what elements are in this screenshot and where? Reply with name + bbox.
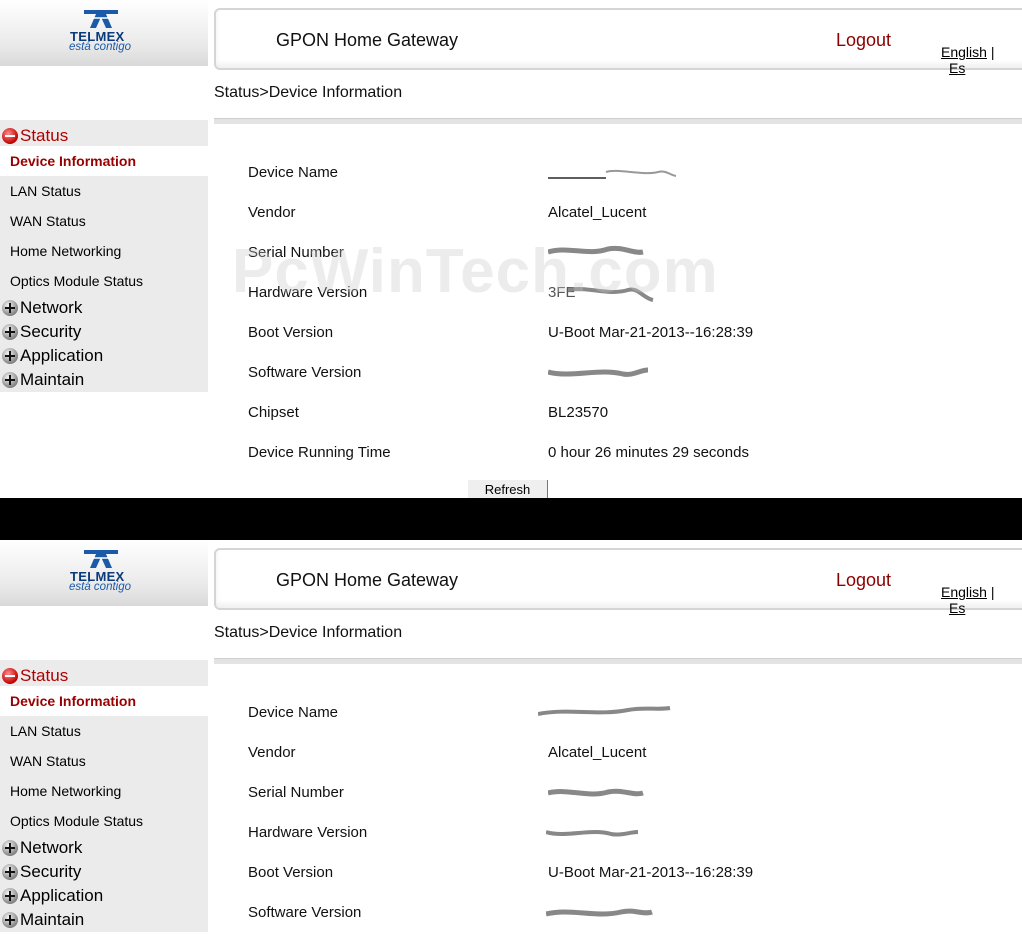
label-chipset: Chipset: [248, 404, 299, 421]
lang-separator: |: [990, 584, 995, 600]
screenshot-bottom: TELMEX está contigo Status Device Inform…: [0, 540, 1022, 935]
page-title: GPON Home Gateway: [276, 570, 459, 590]
sidebar: Status Device Information LAN Status WAN…: [0, 120, 208, 392]
sidebar-application[interactable]: Application: [0, 884, 103, 908]
sidebar-maintain[interactable]: Maintain: [0, 908, 84, 932]
page-title: GPON Home Gateway: [276, 30, 459, 50]
label-hardware-version: Hardware Version: [248, 284, 368, 301]
sidebar-item-lan-status[interactable]: LAN Status: [0, 716, 208, 746]
logo-area: TELMEX está contigo: [0, 0, 208, 66]
sidebar-item-optics-module-status[interactable]: Optics Module Status: [0, 266, 208, 296]
refresh-button[interactable]: Refresh: [468, 480, 548, 498]
redacted-value: [546, 830, 638, 837]
sidebar-item-wan-status[interactable]: WAN Status: [0, 746, 208, 776]
logout-link[interactable]: Logout: [836, 570, 891, 591]
spanish-link[interactable]: Es: [949, 600, 965, 616]
label-device-name: Device Name: [248, 164, 339, 181]
logo-area: TELMEX está contigo: [0, 540, 208, 606]
telmex-logo-icon: [84, 10, 118, 28]
black-divider: [0, 498, 1022, 540]
label-vendor: Vendor: [248, 744, 296, 761]
sidebar-network-label: Network: [20, 838, 83, 857]
redacted-value: [548, 169, 677, 179]
sidebar-security-label: Security: [20, 322, 82, 341]
sidebar-maintain-label: Maintain: [20, 910, 85, 929]
expand-icon: [2, 348, 18, 364]
value-boot-version: U-Boot Mar-21-2013--16:28:39: [548, 324, 754, 341]
sidebar-security[interactable]: Security: [0, 320, 81, 344]
language-switch: English | Es: [941, 44, 1022, 76]
sidebar: Status Device Information LAN Status WAN…: [0, 660, 208, 932]
logo-tagline: está contigo: [69, 41, 132, 53]
value-chipset: BL23570: [548, 404, 609, 421]
screenshot-top: TELMEX está contigo Status Device Inform…: [0, 0, 1022, 498]
label-hardware-version: Hardware Version: [248, 824, 368, 841]
sidebar-maintain[interactable]: Maintain: [0, 368, 84, 392]
sidebar-item-device-information[interactable]: Device Information: [0, 146, 208, 176]
telmex-logo-icon: [84, 550, 118, 568]
sidebar-application-label: Application: [20, 346, 104, 365]
value-boot-version: U-Boot Mar-21-2013--16:28:39: [548, 864, 754, 881]
expand-icon: [2, 372, 18, 388]
label-serial-number: Serial Number: [248, 784, 344, 801]
value-vendor: Alcatel_Lucent: [548, 204, 647, 221]
redacted-value: [538, 706, 671, 716]
sidebar-network[interactable]: Network: [0, 296, 82, 320]
label-software-version: Software Version: [248, 904, 362, 921]
breadcrumb: Status>Device Information: [214, 624, 403, 641]
sidebar-network-label: Network: [20, 298, 83, 317]
expand-icon: [2, 840, 18, 856]
expand-icon: [2, 300, 18, 316]
sidebar-status-label: Status: [20, 126, 69, 145]
redacted-value: [548, 245, 644, 255]
label-device-running-time: Device Running Time: [248, 444, 391, 461]
redacted-value: [546, 908, 653, 917]
spanish-link[interactable]: Es: [949, 60, 965, 76]
sidebar-status[interactable]: Status: [0, 124, 68, 148]
language-switch: English | Es: [941, 584, 1022, 616]
sidebar-security-label: Security: [20, 862, 82, 881]
sidebar-item-device-information[interactable]: Device Information: [0, 686, 208, 716]
expand-icon: [2, 888, 18, 904]
label-software-version: Software Version: [248, 364, 362, 381]
english-link[interactable]: English: [941, 44, 987, 60]
english-link[interactable]: English: [941, 584, 987, 600]
breadcrumb: Status>Device Information: [214, 84, 403, 101]
sidebar-item-home-networking[interactable]: Home Networking: [0, 236, 208, 266]
value-running-time: 0 hour 26 minutes 29 seconds: [548, 444, 749, 461]
expand-icon: [2, 324, 18, 340]
sidebar-application[interactable]: Application: [0, 344, 103, 368]
redacted-value: [568, 287, 654, 302]
sidebar-item-home-networking[interactable]: Home Networking: [0, 776, 208, 806]
label-vendor: Vendor: [248, 204, 296, 221]
collapse-icon: [2, 668, 18, 684]
lang-separator: |: [990, 44, 995, 60]
collapse-icon: [2, 128, 18, 144]
label-serial-number: Serial Number: [248, 244, 344, 261]
sidebar-maintain-label: Maintain: [20, 370, 85, 389]
sidebar-network[interactable]: Network: [0, 836, 82, 860]
logo-tagline: está contigo: [69, 581, 132, 593]
label-boot-version: Boot Version: [248, 864, 334, 881]
divider: [214, 118, 1022, 124]
value-vendor: Alcatel_Lucent: [548, 744, 647, 761]
sidebar-item-optics-module-status[interactable]: Optics Module Status: [0, 806, 208, 836]
expand-icon: [2, 864, 18, 880]
redacted-value: [548, 367, 648, 377]
redacted-value: [548, 788, 644, 797]
logout-link[interactable]: Logout: [836, 30, 891, 51]
label-device-name: Device Name: [248, 704, 339, 721]
sidebar-item-lan-status[interactable]: LAN Status: [0, 176, 208, 206]
label-boot-version: Boot Version: [248, 324, 334, 341]
expand-icon: [2, 912, 18, 928]
sidebar-status-label: Status: [20, 666, 69, 685]
divider: [214, 658, 1022, 664]
sidebar-application-label: Application: [20, 886, 104, 905]
sidebar-security[interactable]: Security: [0, 860, 81, 884]
sidebar-status[interactable]: Status: [0, 664, 68, 688]
sidebar-item-wan-status[interactable]: WAN Status: [0, 206, 208, 236]
